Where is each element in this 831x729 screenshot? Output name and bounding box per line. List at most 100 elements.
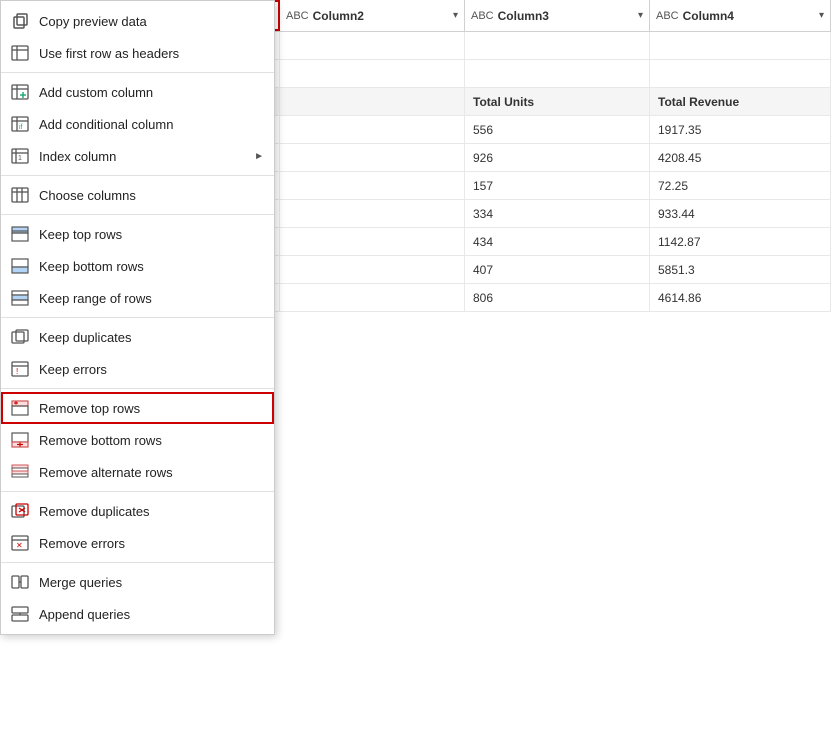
svg-text:1: 1 [18, 155, 22, 162]
copy-preview-label: Copy preview data [39, 14, 264, 29]
menu-item-keep-duplicates[interactable]: Keep duplicates [1, 321, 274, 353]
cell-r9c2 [280, 256, 465, 283]
cell-r3c4: Total Revenue [650, 88, 831, 115]
col3-name: Column3 [498, 9, 634, 23]
col2-type-icon: ABC [286, 10, 309, 22]
divider4 [1, 317, 274, 318]
menu-item-keep-bottom-rows[interactable]: Keep bottom rows [1, 250, 274, 282]
col4-dropdown[interactable]: ▾ [819, 10, 824, 21]
keep-bottom-icon [9, 255, 31, 277]
menu-item-append-queries[interactable]: Append queries [1, 598, 274, 630]
cell-r4c3: 556 [465, 116, 650, 143]
menu-item-add-custom-col[interactable]: Add custom column [1, 76, 274, 108]
merge-queries-label: Merge queries [39, 575, 264, 590]
keep-range-rows-label: Keep range of rows [39, 291, 264, 306]
svg-text:✕: ✕ [16, 541, 23, 550]
remove-dup-icon [9, 500, 31, 522]
add-custom-col-label: Add custom column [39, 85, 264, 100]
index-col-arrow: ► [254, 151, 264, 162]
cell-r2c2 [280, 60, 465, 87]
remove-alt-icon [9, 461, 31, 483]
cell-r8c2 [280, 228, 465, 255]
column2-header[interactable]: ABC Column2 ▾ [280, 0, 465, 31]
remove-top-rows-label: Remove top rows [39, 401, 264, 416]
choose-col-icon [9, 184, 31, 206]
cell-r10c2 [280, 284, 465, 311]
cell-r6c3: 157 [465, 172, 650, 199]
menu-item-remove-alternate-rows[interactable]: Remove alternate rows [1, 456, 274, 488]
remove-top-icon [9, 397, 31, 419]
custom-col-icon [9, 81, 31, 103]
keep-range-icon [9, 287, 31, 309]
cell-r5c4: 4208.45 [650, 144, 831, 171]
divider1 [1, 72, 274, 73]
cell-r10c3: 806 [465, 284, 650, 311]
merge-icon [9, 571, 31, 593]
cell-r6c4: 72.25 [650, 172, 831, 199]
use-first-row-label: Use first row as headers [39, 46, 264, 61]
menu-item-choose-columns[interactable]: Choose columns [1, 179, 274, 211]
column4-header[interactable]: ABC Column4 ▾ [650, 0, 831, 31]
cell-r8c3: 434 [465, 228, 650, 255]
divider7 [1, 562, 274, 563]
menu-item-remove-bottom-rows[interactable]: Remove bottom rows [1, 424, 274, 456]
add-conditional-col-label: Add conditional column [39, 117, 264, 132]
divider5 [1, 388, 274, 389]
col3-dropdown[interactable]: ▾ [638, 10, 643, 21]
divider2 [1, 175, 274, 176]
remove-bottom-icon [9, 429, 31, 451]
menu-item-keep-top-rows[interactable]: Keep top rows [1, 218, 274, 250]
cell-r4c2 [280, 116, 465, 143]
append-icon [9, 603, 31, 625]
cell-r2c3 [465, 60, 650, 87]
cell-r1c3 [465, 32, 650, 59]
keep-top-rows-label: Keep top rows [39, 227, 264, 242]
cell-r7c4: 933.44 [650, 200, 831, 227]
cell-r1c2 [280, 32, 465, 59]
col2-dropdown[interactable]: ▾ [453, 10, 458, 21]
menu-item-merge-queries[interactable]: Merge queries [1, 566, 274, 598]
menu-item-copy-preview[interactable]: Copy preview data [1, 5, 274, 37]
menu-item-keep-errors[interactable]: ! Keep errors [1, 353, 274, 385]
cell-r7c2 [280, 200, 465, 227]
remove-duplicates-label: Remove duplicates [39, 504, 264, 519]
cell-r10c4: 4614.86 [650, 284, 831, 311]
col4-name: Column4 [683, 9, 815, 23]
menu-item-remove-top-rows[interactable]: Remove top rows [1, 392, 274, 424]
divider6 [1, 491, 274, 492]
remove-errors-label: Remove errors [39, 536, 264, 551]
svg-text:if: if [19, 124, 23, 131]
col2-name: Column2 [313, 9, 449, 23]
copy-icon [9, 10, 31, 32]
cell-r3c2 [280, 88, 465, 115]
remove-err-icon: ✕ [9, 532, 31, 554]
col4-type-icon: ABC [656, 10, 679, 22]
keep-top-icon [9, 223, 31, 245]
cell-r8c4: 1142.87 [650, 228, 831, 255]
menu-item-index-column[interactable]: 1 Index column ► [1, 140, 274, 172]
cell-r6c2 [280, 172, 465, 199]
menu-item-remove-duplicates[interactable]: Remove duplicates [1, 495, 274, 527]
menu-item-remove-errors[interactable]: ✕ Remove errors [1, 527, 274, 559]
cell-r5c3: 926 [465, 144, 650, 171]
column3-header[interactable]: ABC Column3 ▾ [465, 0, 650, 31]
cell-r9c4: 5851.3 [650, 256, 831, 283]
choose-columns-label: Choose columns [39, 188, 264, 203]
menu-item-add-conditional-col[interactable]: if Add conditional column [1, 108, 274, 140]
cell-r2c4 [650, 60, 831, 87]
menu-item-use-first-row[interactable]: Use first row as headers [1, 37, 274, 69]
cell-r9c3: 407 [465, 256, 650, 283]
col3-type-icon: ABC [471, 10, 494, 22]
remove-bottom-rows-label: Remove bottom rows [39, 433, 264, 448]
cell-r5c2 [280, 144, 465, 171]
cell-r1c4 [650, 32, 831, 59]
headers-icon [9, 42, 31, 64]
keep-err-icon: ! [9, 358, 31, 380]
index-col-icon: 1 [9, 145, 31, 167]
menu-item-keep-range-rows[interactable]: Keep range of rows [1, 282, 274, 314]
cell-r7c3: 334 [465, 200, 650, 227]
append-queries-label: Append queries [39, 607, 264, 622]
keep-bottom-rows-label: Keep bottom rows [39, 259, 264, 274]
conditional-col-icon: if [9, 113, 31, 135]
index-column-label: Index column [39, 149, 246, 164]
